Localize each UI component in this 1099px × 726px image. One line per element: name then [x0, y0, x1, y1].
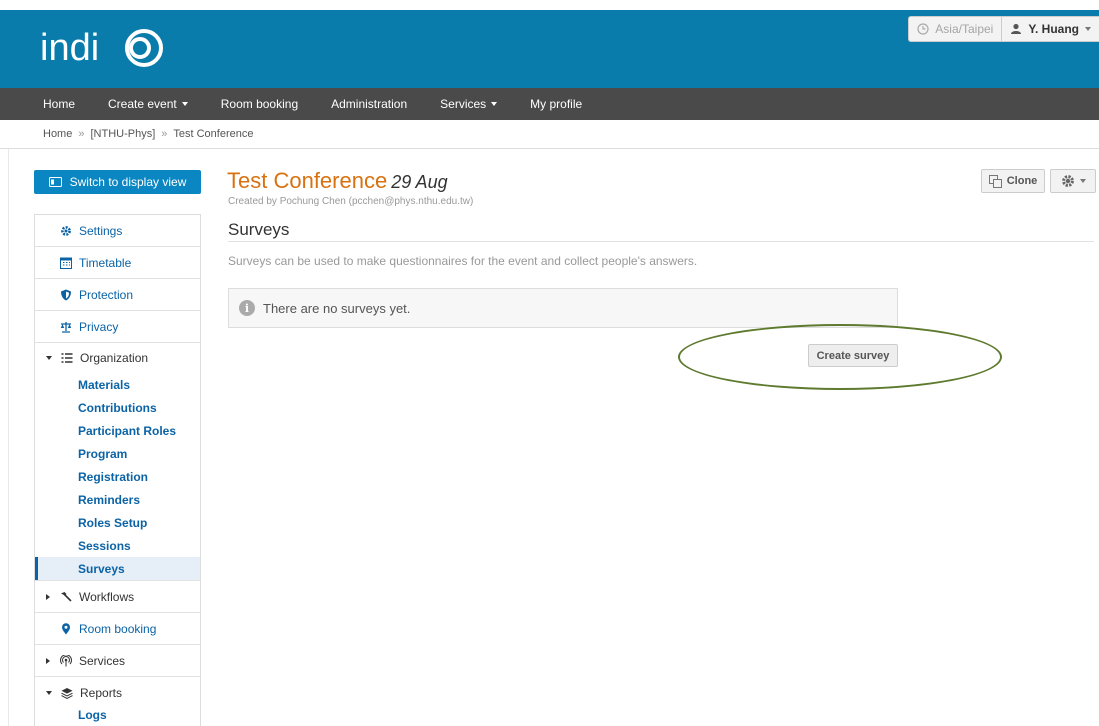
sidebar-item-label: Services: [79, 653, 126, 668]
shield-icon: [59, 288, 73, 302]
clock-icon: [917, 23, 929, 35]
user-name: Y. Huang: [1028, 22, 1079, 36]
sidebar-item-registration[interactable]: Registration: [35, 465, 200, 488]
sidebar-item-label: Timetable: [79, 255, 132, 270]
breadcrumb-separator: »: [161, 128, 168, 140]
event-creator: Created by Pochung Chen (pcchen@phys.nth…: [228, 196, 474, 207]
nav-label: Home: [43, 97, 76, 111]
sidebar-item-label: Settings: [79, 223, 123, 238]
sidebar-item-room-booking[interactable]: Room booking: [35, 613, 200, 645]
sidebar-item-services[interactable]: Services: [35, 645, 200, 677]
switch-label: Switch to display view: [69, 175, 187, 189]
timezone-selector[interactable]: Asia/Taipei: [909, 17, 1001, 41]
hammer-icon: [59, 590, 73, 604]
map-pin-icon: [59, 622, 73, 636]
sidebar-item-label: Room booking: [79, 621, 157, 636]
nav-my-profile[interactable]: My profile: [530, 97, 582, 111]
sidebar-item-timetable[interactable]: Timetable: [35, 247, 200, 279]
sidebar-item-workflows[interactable]: Workflows: [35, 581, 200, 613]
scale-icon: [59, 320, 73, 334]
event-title: Test Conference: [227, 168, 388, 193]
breadcrumb-category[interactable]: [NTHU-Phys]: [90, 128, 155, 140]
sidebar: Settings Timetable Protection Privacy Or…: [34, 214, 201, 726]
sidebar-item-participant-roles[interactable]: Participant Roles: [35, 419, 200, 442]
info-icon: i: [239, 300, 255, 316]
event-date: 29 Aug: [391, 172, 448, 192]
sidebar-item-privacy[interactable]: Privacy: [35, 311, 200, 343]
caret-down-icon: [46, 356, 52, 360]
divider: [8, 149, 9, 726]
caret-right-icon: [46, 593, 50, 600]
clone-label: Clone: [1006, 175, 1038, 187]
breadcrumb-separator: »: [78, 128, 85, 140]
breadcrumb-home[interactable]: Home: [43, 128, 72, 140]
list-icon: [60, 351, 74, 365]
copy-icon: [988, 174, 1002, 188]
nav-label: My profile: [530, 97, 583, 111]
chevron-down-icon: [1085, 27, 1091, 31]
nav-label: Create event: [108, 97, 177, 111]
create-survey-button[interactable]: Create survey: [808, 344, 898, 367]
sidebar-item-label: Organization: [80, 351, 149, 365]
caret-right-icon: [46, 657, 50, 664]
nav-label: Administration: [331, 97, 408, 111]
user-bar: Asia/Taipei Y. Huang: [908, 16, 1099, 42]
breadcrumb-event[interactable]: Test Conference: [173, 128, 253, 140]
sidebar-item-protection[interactable]: Protection: [35, 279, 200, 311]
settings-menu-button[interactable]: [1050, 169, 1096, 193]
page-title: Test Conference 29 Aug: [227, 168, 448, 194]
svg-text:indi: indi: [40, 27, 99, 69]
timezone-label: Asia/Taipei: [935, 22, 994, 36]
divider: [0, 148, 1099, 149]
section-description: Surveys can be used to make questionnair…: [228, 254, 698, 268]
sidebar-item-organization[interactable]: Organization: [35, 343, 200, 373]
sidebar-item-surveys[interactable]: Surveys: [35, 557, 200, 580]
calendar-icon: [59, 256, 73, 270]
display-view-icon: [48, 177, 62, 187]
sidebar-item-label: Workflows: [79, 589, 135, 604]
gear-icon: [1061, 175, 1074, 187]
nav-create-event[interactable]: Create event: [108, 97, 188, 111]
header: indi indico Asia/Taipei Y. Huang: [0, 0, 1099, 88]
sidebar-item-label: Reports: [80, 686, 123, 700]
divider: [228, 241, 1094, 242]
logo-text: indico: [40, 22, 43, 23]
organization-group: Organization Materials Contributions Par…: [35, 343, 200, 581]
chevron-down-icon: [181, 102, 188, 106]
top-strip: [0, 0, 1099, 10]
caret-down-icon: [46, 691, 52, 695]
empty-state-text: There are no surveys yet.: [263, 300, 411, 316]
sidebar-item-reminders[interactable]: Reminders: [35, 488, 200, 511]
sidebar-item-materials[interactable]: Materials: [35, 373, 200, 396]
sidebar-item-program[interactable]: Program: [35, 442, 200, 465]
nav-services[interactable]: Services: [440, 97, 498, 111]
sidebar-item-logs[interactable]: Logs: [35, 703, 200, 726]
breadcrumb: Home » [NTHU-Phys] » Test Conference: [43, 128, 253, 140]
sidebar-item-label: Privacy: [79, 319, 119, 334]
nav-label: Services: [440, 97, 487, 111]
nav-room-booking[interactable]: Room booking: [221, 97, 298, 111]
layers-icon: [60, 686, 74, 700]
chevron-down-icon: [491, 102, 498, 106]
main-nav: Home Create event Room booking Administr…: [0, 88, 1099, 120]
switch-to-display-view-button[interactable]: Switch to display view: [34, 170, 201, 194]
sidebar-item-label: Protection: [79, 287, 134, 302]
nav-home[interactable]: Home: [43, 97, 75, 111]
indico-logo[interactable]: indi indico: [40, 22, 170, 72]
section-title: Surveys: [228, 220, 290, 239]
sidebar-item-roles-setup[interactable]: Roles Setup: [35, 511, 200, 534]
nav-administration[interactable]: Administration: [331, 97, 407, 111]
chevron-down-icon: [1079, 179, 1086, 183]
user-menu[interactable]: Y. Huang: [1001, 17, 1099, 41]
clone-button[interactable]: Clone: [981, 169, 1045, 193]
broadcast-icon: [59, 654, 73, 668]
user-icon: [1011, 23, 1022, 34]
empty-state-message: i There are no surveys yet.: [228, 288, 898, 328]
sidebar-item-sessions[interactable]: Sessions: [35, 534, 200, 557]
sidebar-item-contributions[interactable]: Contributions: [35, 396, 200, 419]
sidebar-item-settings[interactable]: Settings: [35, 215, 200, 247]
gear-icon: [59, 224, 73, 238]
nav-label: Room booking: [220, 97, 299, 111]
